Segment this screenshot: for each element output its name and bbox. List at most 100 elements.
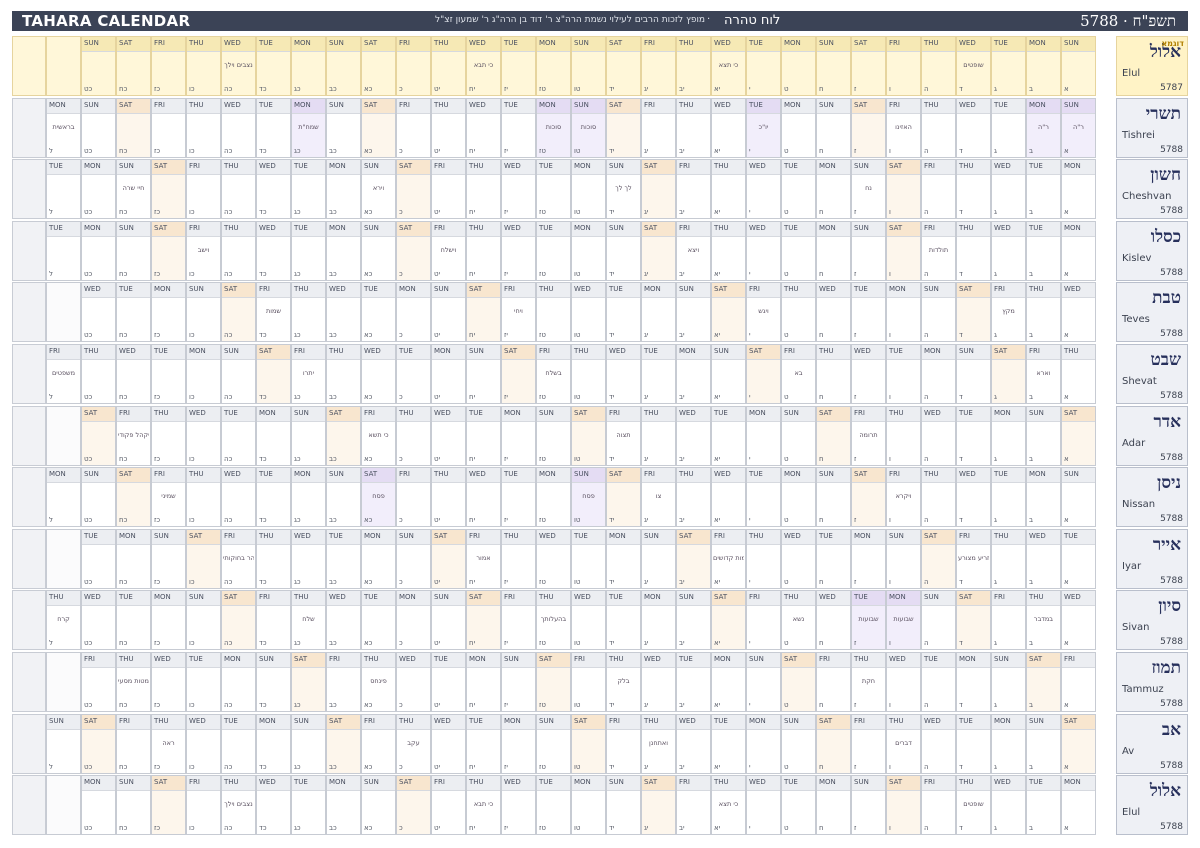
day-cell[interactable]: MON כד	[256, 713, 291, 774]
day-cell[interactable]: SUN כב	[326, 97, 361, 158]
day-cell[interactable]: WED ה	[921, 405, 956, 466]
day-cell[interactable]: TUE יא	[711, 405, 746, 466]
day-cell[interactable]: FRI צו יג	[641, 467, 676, 528]
day-cell[interactable]: WED ו	[886, 652, 921, 712]
day-cell[interactable]: FRI כח	[116, 713, 151, 774]
day-cell[interactable]: THU דברים ו	[886, 713, 921, 774]
day-cell[interactable]: WED ג	[991, 159, 1026, 220]
day-cell[interactable]: TUE יג	[641, 344, 676, 404]
day-cell[interactable]: THU כי תבא יח	[466, 775, 501, 836]
day-cell[interactable]: WED כ	[396, 652, 431, 712]
day-cell[interactable]: MON כ	[396, 590, 431, 651]
day-cell[interactable]: SUN ג	[991, 652, 1026, 712]
day-cell[interactable]: TUE יז	[501, 467, 536, 528]
day-cell[interactable]: TUE ט	[781, 775, 816, 836]
day-cell[interactable]: WED שופטים ד	[956, 36, 991, 96]
day-cell[interactable]: TUE כה	[221, 405, 256, 466]
day-cell[interactable]: SAT יג	[641, 775, 676, 836]
day-cell[interactable]: TUE טז	[536, 775, 571, 836]
day-cell[interactable]: MON טז	[536, 36, 571, 96]
day-cell[interactable]: MON ג	[991, 405, 1026, 466]
day-cell[interactable]: WED כה	[221, 97, 256, 158]
day-cell[interactable]: WED נצבים וילך כה	[221, 36, 256, 96]
day-cell[interactable]: FRI יד	[606, 713, 641, 774]
day-cell[interactable]: THU א	[1061, 344, 1096, 404]
day-cell[interactable]: THU קרח ל	[46, 590, 81, 651]
day-cell[interactable]: FRI בשלח טז	[536, 344, 571, 404]
day-cell[interactable]: MON ו	[886, 282, 921, 343]
day-cell[interactable]: THU כה	[221, 159, 256, 220]
day-cell[interactable]: WED ב	[1026, 528, 1061, 589]
day-cell[interactable]: SUN ט	[781, 405, 816, 466]
day-cell[interactable]: MON א	[1061, 159, 1096, 220]
day-cell[interactable]: FRI ה	[921, 159, 956, 220]
day-cell[interactable]: FRI כ	[396, 36, 431, 96]
day-cell[interactable]: FRI אמור יח	[466, 528, 501, 589]
day-cell[interactable]: SAT יז	[501, 344, 536, 404]
day-cell[interactable]: MON כז	[151, 282, 186, 343]
day-cell[interactable]: SAT יד	[606, 467, 641, 528]
day-cell[interactable]: TUE ל	[46, 159, 81, 220]
day-cell[interactable]: SUN כא	[361, 775, 396, 836]
day-cell[interactable]: TUE ב	[1026, 775, 1061, 836]
day-cell[interactable]: THU יח	[466, 220, 501, 281]
day-cell[interactable]: WED יד	[606, 344, 641, 404]
day-cell[interactable]: MON טז	[536, 467, 571, 528]
day-cell[interactable]: SUN כה	[221, 344, 256, 404]
day-cell[interactable]: FRIאחרי מות קדושיםיא	[711, 528, 746, 589]
day-cell[interactable]: MON כט	[81, 775, 116, 836]
day-cell[interactable]: SUN כב	[326, 36, 361, 96]
day-cell[interactable]: MON ז	[851, 528, 886, 589]
day-cell[interactable]: FRI ויקהל פקודי כח	[116, 405, 151, 466]
day-cell[interactable]: MON יד	[606, 528, 641, 589]
day-cell[interactable]: TUE יז	[501, 36, 536, 96]
day-cell[interactable]: TUE כה	[221, 713, 256, 774]
day-cell[interactable]: SAT כח	[116, 97, 151, 158]
day-cell[interactable]: SUN ב	[1026, 405, 1061, 466]
day-cell[interactable]: SUN ר"ה א	[1061, 97, 1096, 158]
day-cell[interactable]: SUN כ	[396, 528, 431, 589]
day-cell[interactable]: THU פינחס כא	[361, 652, 396, 712]
day-cell[interactable]: TUE כח	[116, 590, 151, 651]
day-cell[interactable]: SAT כ	[396, 159, 431, 220]
day-cell[interactable]: TUE ו	[886, 344, 921, 404]
day-cell[interactable]: THU כב	[326, 344, 361, 404]
day-cell[interactable]: SUN כג	[291, 405, 326, 466]
day-cell[interactable]: WED כד	[256, 159, 291, 220]
day-cell[interactable]: WED ג	[991, 775, 1026, 836]
day-cell[interactable]: MON י	[746, 713, 781, 774]
day-cell[interactable]: THU ח	[816, 344, 851, 404]
day-cell[interactable]: FRI כ	[396, 467, 431, 528]
day-cell[interactable]: THU יט	[431, 36, 466, 96]
day-cell[interactable]: TUE כג	[291, 220, 326, 281]
day-cell[interactable]: THU בהעלותך טז	[536, 590, 571, 651]
day-cell[interactable]: SAT ט	[781, 652, 816, 712]
day-cell[interactable]: MON יז	[501, 405, 536, 466]
day-cell[interactable]: MON ט	[781, 97, 816, 158]
day-cell[interactable]: THU כו	[186, 467, 221, 528]
day-cell[interactable]: FRI האזינו ו	[886, 97, 921, 158]
day-cell[interactable]: MON כח	[116, 528, 151, 589]
day-cell[interactable]: FRI יט	[431, 159, 466, 220]
day-cell[interactable]: THU יח	[466, 159, 501, 220]
day-cell[interactable]: WED כא	[361, 344, 396, 404]
day-cell[interactable]: SAT יג	[641, 159, 676, 220]
day-cell[interactable]: MON טו	[571, 775, 606, 836]
day-cell[interactable]: SAT כט	[81, 405, 116, 466]
day-cell[interactable]: THU כד	[256, 528, 291, 589]
day-cell[interactable]: TUE יח	[466, 405, 501, 466]
day-cell[interactable]: TUE ג	[991, 467, 1026, 528]
day-cell[interactable]: MON כב	[326, 220, 361, 281]
day-cell[interactable]: MON בראשית ל	[46, 97, 81, 158]
day-cell[interactable]: WED יט	[431, 713, 466, 774]
day-cell[interactable]: TUE טז	[536, 220, 571, 281]
day-cell[interactable]: SAT ז	[851, 36, 886, 96]
day-cell[interactable]: MON ב	[1026, 467, 1061, 528]
day-cell[interactable]: THU כה	[221, 220, 256, 281]
day-cell[interactable]: MON י	[746, 405, 781, 466]
day-cell[interactable]: THU שופטים ד	[956, 775, 991, 836]
day-cell[interactable]: WED ח	[816, 590, 851, 651]
day-cell[interactable]: FRI ז	[851, 713, 886, 774]
day-cell[interactable]: THU ו	[886, 405, 921, 466]
day-cell[interactable]: FRI ויקרא ו	[886, 467, 921, 528]
